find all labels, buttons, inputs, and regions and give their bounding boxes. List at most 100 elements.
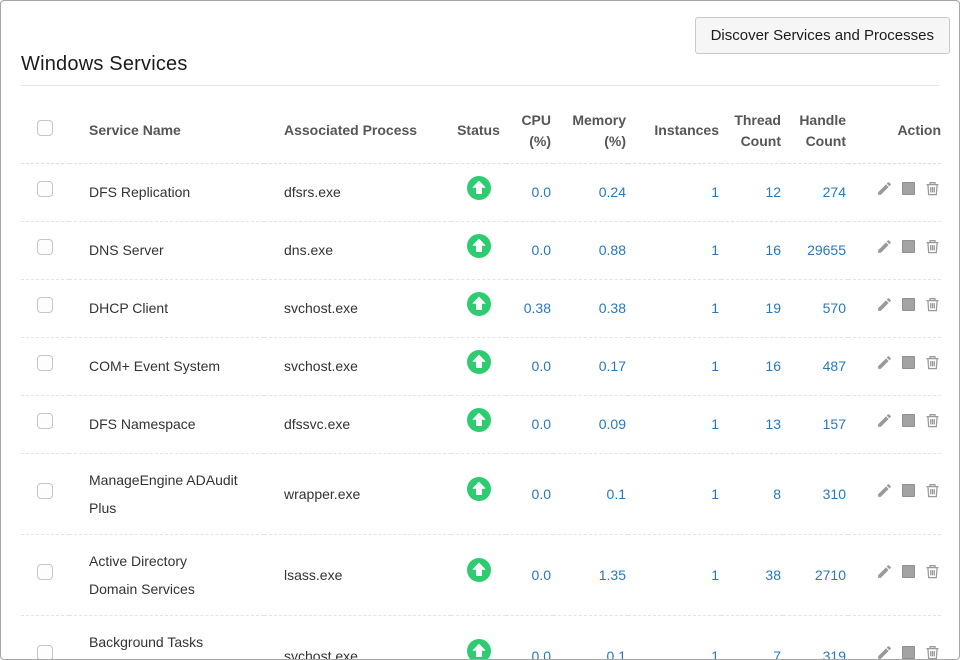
instances-value[interactable]: 1 [628,221,721,279]
status-up-icon [467,408,491,432]
service-name-cell: Background Tasks Infrastructure Service [69,615,264,660]
thread-count-value[interactable]: 38 [721,534,783,615]
instances-value[interactable]: 1 [628,453,721,534]
handle-count-value[interactable]: 310 [783,453,848,534]
service-name-cell: DNS Server [69,221,264,279]
status-up-icon [467,639,491,660]
row-checkbox[interactable] [37,239,53,255]
edit-pencil-icon[interactable] [876,354,893,371]
cpu-value[interactable]: 0.0 [506,395,553,453]
column-header-status: Status [451,99,506,163]
instances-value[interactable]: 1 [628,615,721,660]
row-checkbox[interactable] [37,413,53,429]
edit-pencil-icon[interactable] [876,644,893,660]
checkbox-cell [21,221,69,279]
checkbox-cell [21,534,69,615]
thread-count-value[interactable]: 16 [721,337,783,395]
associated-process-cell: svchost.exe [264,279,451,337]
cpu-value[interactable]: 0.0 [506,534,553,615]
stop-square-icon[interactable] [902,240,915,253]
handle-count-value[interactable]: 570 [783,279,848,337]
action-cell [848,221,941,279]
memory-value[interactable]: 0.1 [553,453,628,534]
stop-square-icon[interactable] [902,484,915,497]
discover-services-button[interactable]: Discover Services and Processes [695,17,950,54]
instances-value[interactable]: 1 [628,337,721,395]
memory-value[interactable]: 0.24 [553,163,628,221]
memory-value[interactable]: 0.17 [553,337,628,395]
delete-trash-icon[interactable] [924,563,941,580]
status-up-icon [467,292,491,316]
delete-trash-icon[interactable] [924,482,941,499]
thread-count-value[interactable]: 16 [721,221,783,279]
handle-count-value[interactable]: 29655 [783,221,848,279]
row-checkbox[interactable] [37,483,53,499]
table-row: COM+ Event System svchost.exe 0.0 0.17 1… [21,337,941,395]
stop-square-icon[interactable] [902,646,915,659]
stop-square-icon[interactable] [902,356,915,369]
associated-process-cell: svchost.exe [264,615,451,660]
delete-trash-icon[interactable] [924,296,941,313]
edit-pencil-icon[interactable] [876,180,893,197]
handle-count-value[interactable]: 274 [783,163,848,221]
thread-count-value[interactable]: 19 [721,279,783,337]
cpu-value[interactable]: 0.0 [506,615,553,660]
row-checkbox[interactable] [37,645,53,660]
row-checkbox[interactable] [37,181,53,197]
table-row: DHCP Client svchost.exe 0.38 0.38 1 19 5… [21,279,941,337]
thread-count-value[interactable]: 7 [721,615,783,660]
row-checkbox[interactable] [37,564,53,580]
row-checkbox[interactable] [37,297,53,313]
delete-trash-icon[interactable] [924,412,941,429]
memory-value[interactable]: 0.88 [553,221,628,279]
handle-count-value[interactable]: 487 [783,337,848,395]
column-header-associated-process: Associated Process [264,99,451,163]
memory-value[interactable]: 0.1 [553,615,628,660]
service-name-cell: DFS Namespace [69,395,264,453]
row-checkbox[interactable] [37,355,53,371]
checkbox-cell [21,615,69,660]
status-cell [451,395,506,453]
select-all-checkbox[interactable] [37,120,53,136]
memory-value[interactable]: 1.35 [553,534,628,615]
edit-pencil-icon[interactable] [876,563,893,580]
edit-pencil-icon[interactable] [876,482,893,499]
stop-square-icon[interactable] [902,182,915,195]
stop-square-icon[interactable] [902,565,915,578]
cpu-value[interactable]: 0.38 [506,279,553,337]
cpu-value[interactable]: 0.0 [506,163,553,221]
handle-count-value[interactable]: 319 [783,615,848,660]
header-row: Service Name Associated Process Status C… [21,99,941,163]
cpu-value[interactable]: 0.0 [506,337,553,395]
delete-trash-icon[interactable] [924,644,941,660]
delete-trash-icon[interactable] [924,180,941,197]
instances-value[interactable]: 1 [628,534,721,615]
instances-value[interactable]: 1 [628,279,721,337]
stop-square-icon[interactable] [902,298,915,311]
memory-value[interactable]: 0.09 [553,395,628,453]
thread-count-value[interactable]: 8 [721,453,783,534]
cpu-value[interactable]: 0.0 [506,221,553,279]
thread-count-value[interactable]: 13 [721,395,783,453]
stop-square-icon[interactable] [902,414,915,427]
instances-value[interactable]: 1 [628,395,721,453]
handle-count-value[interactable]: 2710 [783,534,848,615]
cpu-value[interactable]: 0.0 [506,453,553,534]
edit-pencil-icon[interactable] [876,296,893,313]
checkbox-cell [21,279,69,337]
header-checkbox-cell [21,99,69,163]
column-header-service-name: Service Name [69,99,264,163]
handle-count-value[interactable]: 157 [783,395,848,453]
instances-value[interactable]: 1 [628,163,721,221]
service-name-cell: DFS Replication [69,163,264,221]
delete-trash-icon[interactable] [924,238,941,255]
edit-pencil-icon[interactable] [876,412,893,429]
associated-process-cell: dfsrs.exe [264,163,451,221]
edit-pencil-icon[interactable] [876,238,893,255]
table-row: Background Tasks Infrastructure Service … [21,615,941,660]
column-header-memory: Memory (%) [553,99,628,163]
memory-value[interactable]: 0.38 [553,279,628,337]
thread-count-value[interactable]: 12 [721,163,783,221]
checkbox-cell [21,163,69,221]
delete-trash-icon[interactable] [924,354,941,371]
